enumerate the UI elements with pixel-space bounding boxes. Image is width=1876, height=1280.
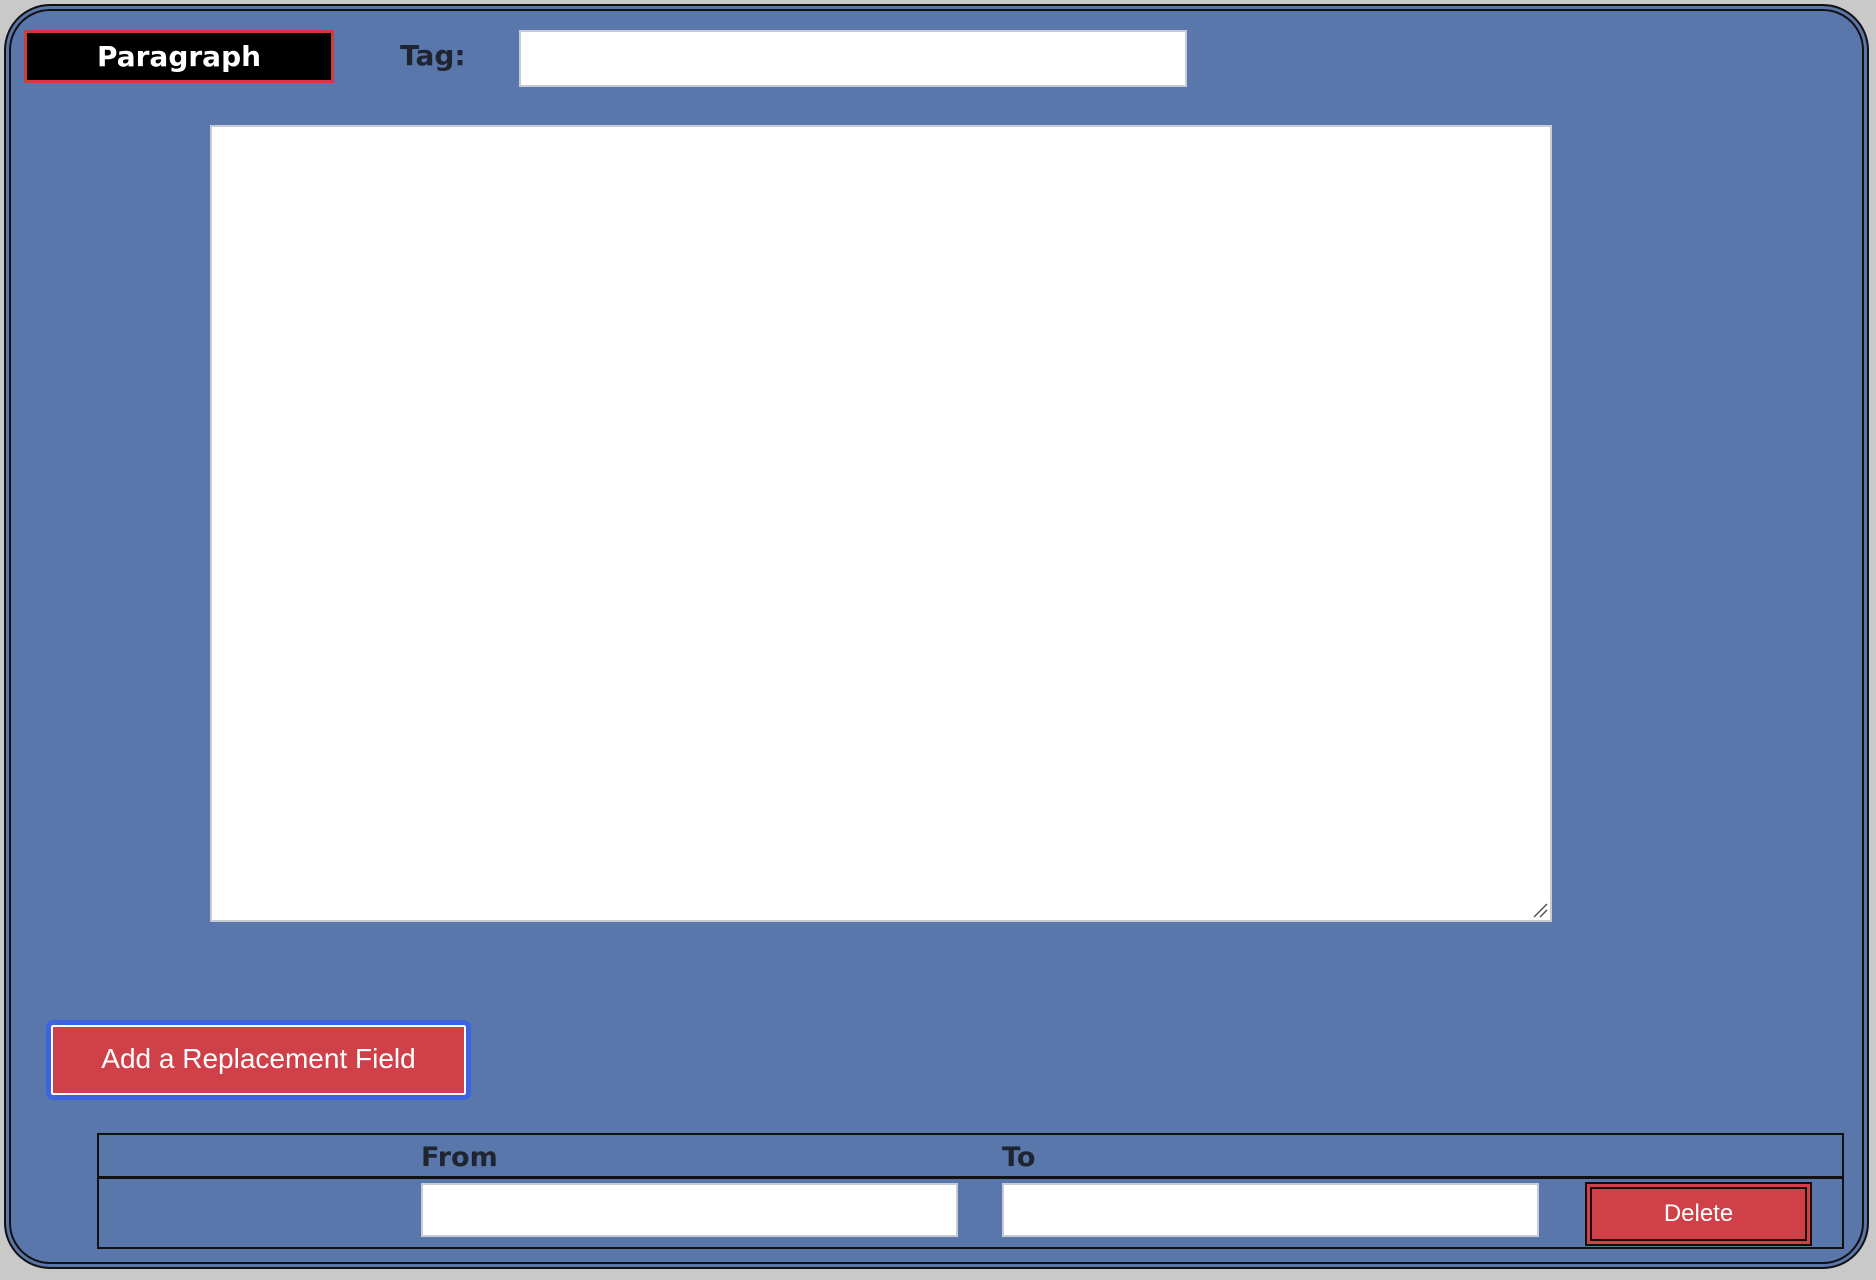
- replacement-fields-table: From To Delete: [97, 1133, 1844, 1249]
- add-replacement-field-button[interactable]: Add a Replacement Field: [46, 1020, 471, 1100]
- paragraph-body-textarea[interactable]: [210, 125, 1552, 922]
- tag-input[interactable]: [519, 30, 1187, 87]
- resize-grip-icon[interactable]: [1530, 900, 1548, 918]
- to-field[interactable]: [1002, 1183, 1539, 1237]
- paragraph-block-panel: Paragraph Tag: Add a Replacement Field F…: [4, 4, 1869, 1269]
- to-column-header: To: [1002, 1142, 1036, 1173]
- delete-button[interactable]: Delete: [1585, 1182, 1812, 1246]
- from-field[interactable]: [421, 1183, 958, 1237]
- replacement-table-header: From To: [99, 1135, 1842, 1179]
- tag-label: Tag:: [400, 39, 466, 72]
- from-column-header: From: [421, 1142, 498, 1173]
- block-type-badge: Paragraph: [24, 30, 334, 83]
